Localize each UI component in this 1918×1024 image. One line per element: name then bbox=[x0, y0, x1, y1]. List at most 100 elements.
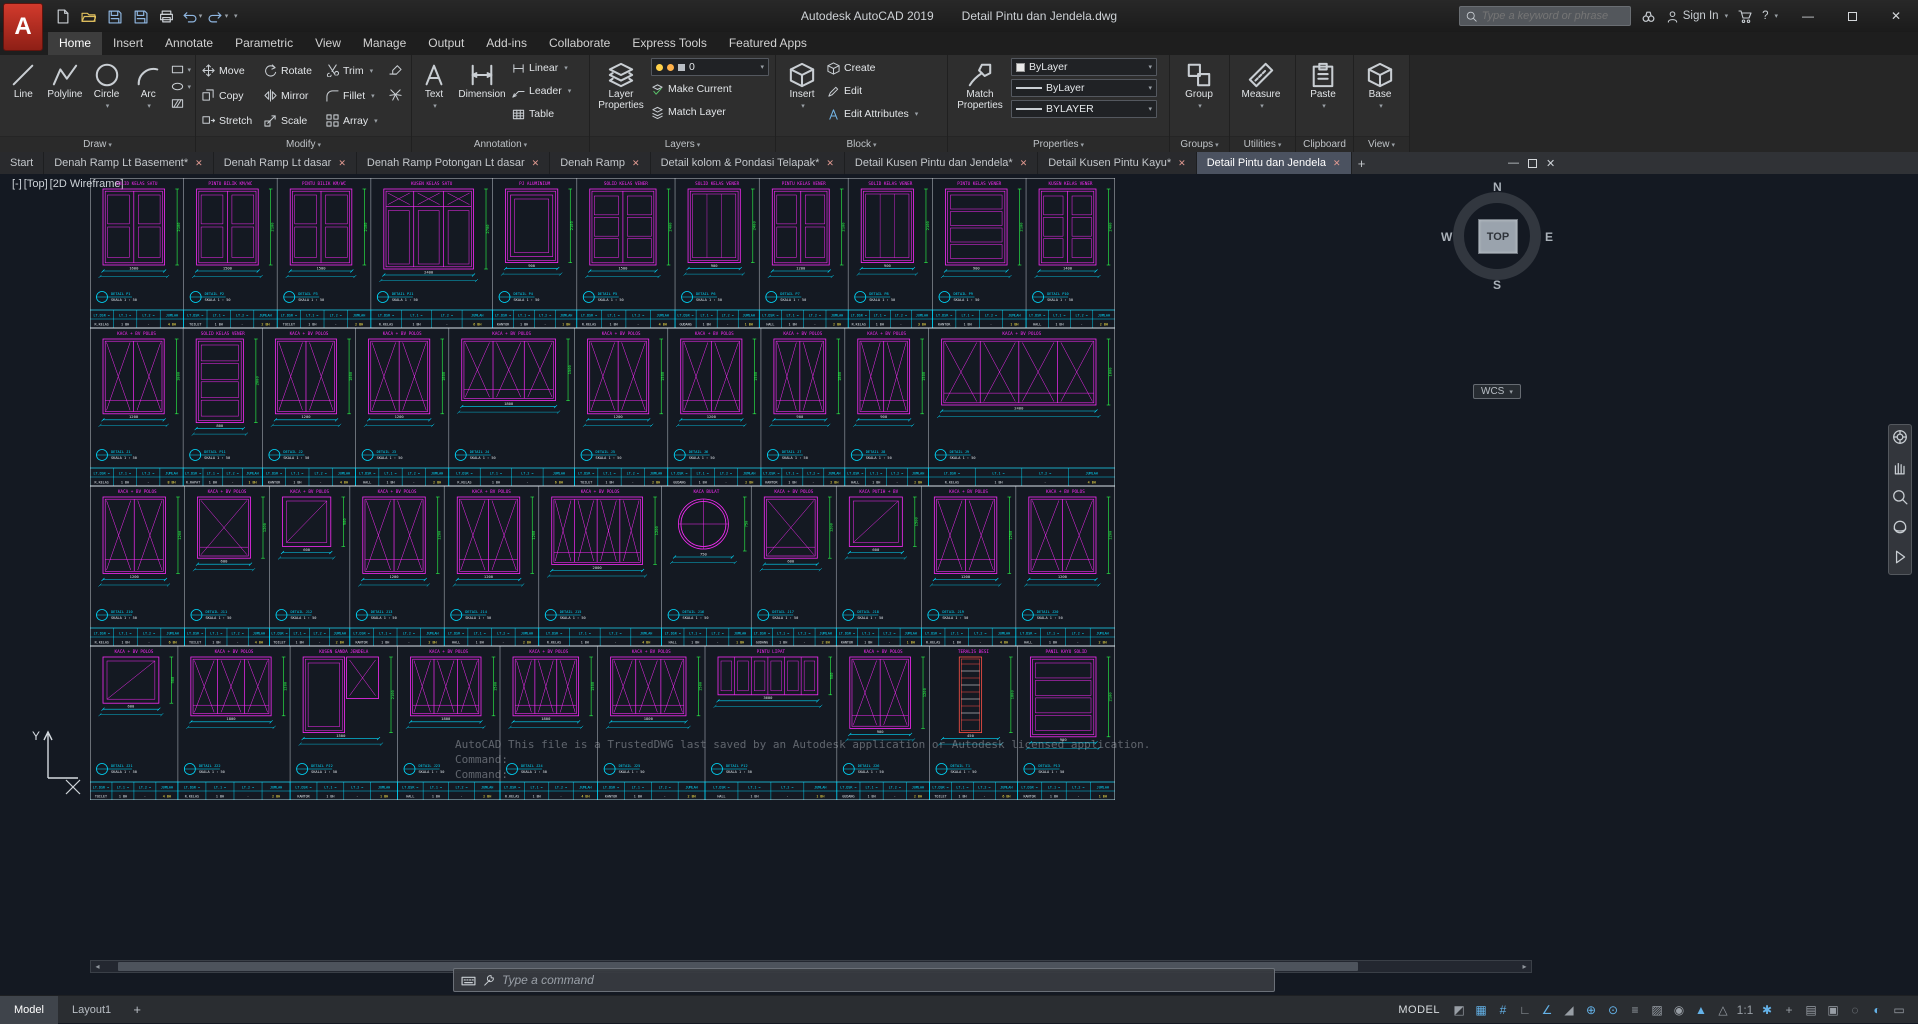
ribbon-edit-attributes-button[interactable]: Edit Attributes▾ bbox=[827, 104, 918, 124]
ribbon-fillet-button[interactable]: Fillet▾ bbox=[324, 89, 386, 102]
file-tab-start[interactable]: Start bbox=[0, 152, 44, 174]
file-tab-denah-ramp-potongan-lt-dasar[interactable]: Denah Ramp Potongan Lt dasar✕ bbox=[357, 152, 550, 174]
status-isolate-objects[interactable]: ◌ bbox=[1845, 1000, 1865, 1020]
ribbon-panel-layers-label[interactable]: Layers▾ bbox=[590, 136, 775, 152]
ribbon-rotate-button[interactable]: Rotate bbox=[262, 64, 324, 77]
help-button[interactable]: ?▾ bbox=[1762, 10, 1778, 22]
file-tab-detail-kusen-pintu-kayu[interactable]: Detail Kusen Pintu Kayu*✕ bbox=[1038, 152, 1196, 174]
ribbon-match-layer-button[interactable]: Match Layer bbox=[651, 102, 769, 122]
status-lineweight[interactable]: ≡ bbox=[1625, 1000, 1645, 1020]
viewcube[interactable]: N W E S TOP bbox=[1443, 182, 1551, 290]
file-tab-detail-kusen-pintu-dan-jendela[interactable]: Detail Kusen Pintu dan Jendela*✕ bbox=[845, 152, 1038, 174]
linetype-select[interactable]: ByLayer▾ bbox=[1011, 79, 1157, 97]
ribbon-text-button[interactable]: Text▾ bbox=[416, 58, 452, 135]
viewport-minus-control[interactable]: [-] bbox=[12, 178, 22, 190]
layout1-tab[interactable]: Layout1 bbox=[58, 996, 125, 1024]
doc-minimize-button[interactable]: — bbox=[1508, 157, 1519, 169]
scroll-right-arrow[interactable]: ▸ bbox=[1518, 962, 1531, 971]
ribbon-group-button[interactable]: Group▾ bbox=[1174, 58, 1224, 135]
redo-button[interactable]: ▾ bbox=[206, 4, 230, 28]
viewcube-north[interactable]: N bbox=[1493, 180, 1502, 194]
status-autoscale[interactable]: △ bbox=[1713, 1000, 1733, 1020]
status-annotation-monitor[interactable]: + bbox=[1779, 1000, 1799, 1020]
tab-close-icon[interactable]: ✕ bbox=[1333, 158, 1341, 169]
tab-close-icon[interactable]: ✕ bbox=[532, 158, 540, 169]
app-store-cart-icon[interactable] bbox=[1738, 9, 1752, 23]
status-polar-tracking[interactable]: ∠ bbox=[1537, 1000, 1557, 1020]
ribbon-panel-groups-label[interactable]: Groups▾ bbox=[1170, 136, 1229, 152]
ribbon-dimension-button[interactable]: Dimension bbox=[455, 58, 509, 135]
ribbon-arc-button[interactable]: Arc▾ bbox=[129, 58, 168, 135]
lineweight-select[interactable]: BYLAYER▾ bbox=[1011, 100, 1157, 118]
command-line[interactable]: Type a command bbox=[453, 968, 1275, 992]
status-selection-cycling[interactable]: ◉ bbox=[1669, 1000, 1689, 1020]
ribbon-circle-button[interactable]: Circle▾ bbox=[87, 58, 126, 135]
ribbon-trim-button[interactable]: Trim▾ bbox=[324, 64, 386, 77]
ribbon-erase-button[interactable] bbox=[389, 62, 402, 80]
status-object-snap[interactable]: ⊙ bbox=[1603, 1000, 1623, 1020]
file-tab-denah-ramp-lt-basement[interactable]: Denah Ramp Lt Basement*✕ bbox=[44, 152, 213, 174]
status-ortho-mode[interactable]: ∟ bbox=[1515, 1000, 1535, 1020]
model-space-tab[interactable]: Model bbox=[0, 996, 58, 1024]
show-motion-icon[interactable] bbox=[1892, 549, 1908, 570]
viewport-view-control[interactable]: [Top] bbox=[24, 178, 48, 190]
tab-close-icon[interactable]: ✕ bbox=[1178, 158, 1186, 169]
ribbon-tab-express-tools[interactable]: Express Tools bbox=[621, 32, 717, 55]
new-drawing-tab-button[interactable]: + bbox=[1352, 152, 1372, 174]
pan-icon[interactable] bbox=[1892, 459, 1908, 480]
status-snap-mode[interactable]: ▦ bbox=[1471, 1000, 1491, 1020]
ribbon-panel-clipboard-label[interactable]: Clipboard bbox=[1296, 136, 1353, 152]
ribbon-panel-properties-label[interactable]: Properties▾ bbox=[948, 136, 1169, 152]
status-graphics-performance[interactable]: ◐ bbox=[1867, 1000, 1887, 1020]
new-file-button[interactable] bbox=[50, 4, 74, 28]
drawing-canvas[interactable]: [-] [Top] [2D Wireframe] SOLID KELAS SAT… bbox=[0, 174, 1918, 995]
wcs-dropdown[interactable]: WCS ▾ bbox=[1473, 384, 1521, 399]
viewcube-south[interactable]: S bbox=[1493, 278, 1501, 292]
ribbon-linear-button[interactable]: Linear▾ bbox=[512, 58, 571, 78]
sign-in-button[interactable]: Sign In ▾ bbox=[1666, 10, 1728, 23]
ribbon-insert-button[interactable]: Insert▾ bbox=[780, 58, 824, 135]
model-badge[interactable]: MODEL bbox=[1398, 1004, 1440, 1016]
viewcube-west[interactable]: W bbox=[1441, 230, 1452, 244]
ribbon-polyline-button[interactable]: Polyline bbox=[46, 58, 85, 135]
undo-button[interactable]: ▾ bbox=[180, 4, 204, 28]
ribbon-array-button[interactable]: Array▾ bbox=[324, 114, 386, 127]
maximize-button[interactable] bbox=[1830, 0, 1874, 32]
ribbon-tab-add-ins[interactable]: Add-ins bbox=[475, 32, 538, 55]
ribbon-tab-parametric[interactable]: Parametric bbox=[224, 32, 304, 55]
status-clean-screen[interactable]: ▭ bbox=[1889, 1000, 1909, 1020]
layer-select[interactable]: 0▾ bbox=[651, 58, 769, 76]
file-tab-detail-kolom-pondasi-telapak[interactable]: Detail kolom & Pondasi Telapak*✕ bbox=[651, 152, 845, 174]
status-quick-properties[interactable]: ▤ bbox=[1801, 1000, 1821, 1020]
scroll-left-arrow[interactable]: ◂ bbox=[91, 962, 104, 971]
ribbon-panel-utilities-label[interactable]: Utilities▾ bbox=[1230, 136, 1295, 152]
ribbon-leader-button[interactable]: Leader▾ bbox=[512, 81, 571, 101]
close-button[interactable]: ✕ bbox=[1874, 0, 1918, 32]
ribbon-explode-button[interactable] bbox=[389, 88, 402, 106]
tab-close-icon[interactable]: ✕ bbox=[632, 158, 640, 169]
binoculars-icon[interactable] bbox=[1641, 9, 1656, 24]
ribbon-move-button[interactable]: Move bbox=[200, 64, 262, 77]
file-tab-denah-ramp-lt-dasar[interactable]: Denah Ramp Lt dasar✕ bbox=[214, 152, 357, 174]
ribbon-panel-draw-label[interactable]: Draw▾ bbox=[0, 136, 195, 152]
ribbon-hatch-button[interactable] bbox=[171, 97, 192, 110]
ribbon-panel-block-label[interactable]: Block▾ bbox=[776, 136, 947, 152]
ribbon-tab-annotate[interactable]: Annotate bbox=[154, 32, 224, 55]
object-color-select[interactable]: ByLayer▾ bbox=[1011, 58, 1157, 76]
ribbon-line-button[interactable]: Line bbox=[4, 58, 43, 135]
new-layout-button[interactable]: + bbox=[125, 1002, 149, 1017]
keyboard-icon[interactable] bbox=[461, 973, 476, 988]
ribbon-make-current-button[interactable]: Make Current bbox=[651, 79, 769, 99]
autocad-application-button[interactable]: A bbox=[3, 3, 43, 51]
ribbon-tab-home[interactable]: Home bbox=[48, 32, 102, 55]
minimize-button[interactable]: — bbox=[1786, 0, 1830, 32]
tab-close-icon[interactable]: ✕ bbox=[826, 158, 834, 169]
status-workspace-switching[interactable]: ✱ bbox=[1757, 1000, 1777, 1020]
ribbon-tab-collaborate[interactable]: Collaborate bbox=[538, 32, 621, 55]
status-lock-ui[interactable]: ▣ bbox=[1823, 1000, 1843, 1020]
search-input[interactable] bbox=[1482, 10, 1624, 22]
doc-close-button[interactable]: ✕ bbox=[1546, 157, 1555, 170]
tab-close-icon[interactable]: ✕ bbox=[338, 158, 346, 169]
customize-wrench-icon[interactable] bbox=[483, 974, 495, 986]
save-as-button[interactable] bbox=[128, 4, 152, 28]
